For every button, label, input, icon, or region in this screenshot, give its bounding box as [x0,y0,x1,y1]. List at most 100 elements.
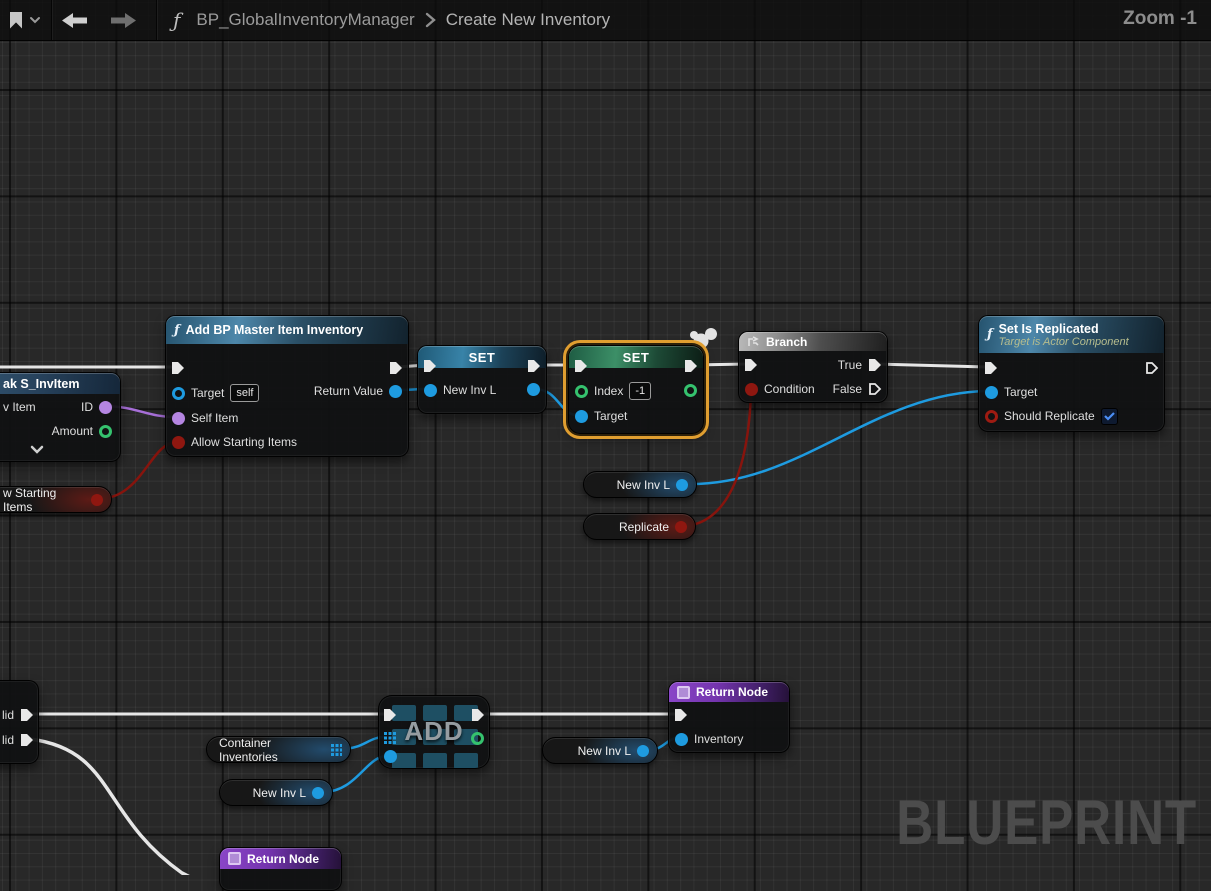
pin-row-index: Index -1 [575,382,652,400]
breadcrumb-root[interactable]: BP_GlobalInventoryManager [196,10,414,30]
target-pin[interactable] [172,386,185,400]
blueprint-editor-canvas[interactable]: { "toolbar": { "function_icon": "ƒ", "br… [0,0,1211,891]
node-is-valid[interactable]: lid lid [0,680,39,764]
amount-pin[interactable] [99,424,112,438]
pin-label: lid [1,733,14,747]
node-set-new-inv[interactable]: SET New Inv L [417,345,547,414]
function-graph-icon: ƒ [173,8,181,32]
pin-row-id: ID [81,399,112,415]
value-out-pin[interactable] [312,786,324,799]
allow-starting-items-pin[interactable] [172,435,185,449]
exec-in-pin[interactable] [423,359,437,373]
value-out-pin[interactable] [527,383,540,396]
value-out-pin[interactable] [91,493,103,506]
node-get-new-inv-bottom[interactable]: New Inv L [542,737,658,764]
node-get-allow-starting-items[interactable]: w Starting Items [0,485,112,514]
node-return[interactable]: Return Node Inventory [668,681,790,753]
pin-row-return-value: Return Value [314,383,402,399]
exec-out-pin[interactable] [527,359,541,373]
pin-row-target: Target [985,384,1037,400]
node-title: Return Node [696,685,768,699]
exec-in-pin[interactable] [383,708,397,722]
node-header: Return Node [220,848,341,869]
value-out-pin[interactable] [637,744,649,757]
pin-row-new-inv: New Inv L [424,382,496,398]
node-header: Branch [739,332,887,351]
forward-button[interactable] [110,12,138,29]
node-return-bottom[interactable]: Return Node [219,847,342,891]
pin-label: Target [1004,385,1038,399]
value-out-pin[interactable] [675,520,687,533]
true-exec-pin[interactable] [868,358,882,372]
array-in-pin[interactable] [384,732,396,744]
exec-wire[interactable] [28,737,196,875]
exec-in-pin[interactable] [984,361,998,375]
bookmark-icon[interactable] [10,11,22,29]
value-out-pin[interactable] [676,478,688,491]
should-replicate-checkbox[interactable] [1100,407,1118,425]
pin-label: Should Replicate [1004,409,1095,423]
self-item-pin[interactable] [172,411,185,425]
node-title: Set Is Replicated [998,321,1099,336]
array-pin[interactable] [330,743,342,756]
exec-out-pin[interactable] [1145,361,1159,375]
node-header: ƒ Set Is Replicated Target is Actor Comp… [979,316,1164,353]
data-wire-object[interactable] [685,389,989,486]
target-pin[interactable] [985,385,998,399]
chevron-down-icon[interactable] [29,16,41,24]
value-out-pin[interactable] [684,384,697,397]
node-header: Return Node [669,682,789,702]
exec-out-pin[interactable] [389,361,403,375]
chevron-down-icon[interactable] [30,445,44,454]
return-node-icon [228,852,241,865]
id-pin[interactable] [99,400,112,414]
zoom-level-label: Zoom -1 [1123,8,1197,29]
node-title: Return Node [247,851,319,866]
exec-in-pin[interactable] [744,358,758,372]
item-in-pin[interactable] [384,750,397,763]
check-icon [1103,411,1115,421]
node-set-array-index[interactable]: SET Index -1 Target [568,345,704,434]
node-get-new-inv-mid[interactable]: New Inv L [219,779,333,806]
target-pin[interactable] [575,409,588,423]
false-exec-pin[interactable] [868,382,882,396]
variable-label: New Inv L [577,743,631,758]
node-get-new-inv-top[interactable]: New Inv L [583,471,697,498]
inventory-pin[interactable] [675,732,688,746]
pin-label: v Item [3,400,36,414]
pin-row-valid: lid [2,707,34,723]
pin-label: Amount [51,424,93,438]
back-button[interactable] [60,12,88,29]
variable-label: w Starting Items [3,485,57,514]
exec-wire[interactable] [875,362,989,369]
node-add-bp-master-item-inventory[interactable]: ƒ Add BP Master Item Inventory Target se… [165,315,409,457]
should-replicate-pin[interactable] [985,409,998,423]
node-break-invitem[interactable]: ak S_InvItem v Item ID Amount [0,372,121,462]
exec-out-pin[interactable] [684,359,698,373]
target-default-value[interactable]: self [230,384,260,402]
node-array-add[interactable]: ADD [378,695,490,769]
node-get-container-inventories[interactable]: Container Inventories [206,736,351,764]
branch-icon [748,336,759,346]
pin-row-should-replicate: Should Replicate [985,407,1118,425]
exec-in-pin[interactable] [674,708,688,722]
condition-pin[interactable] [745,382,758,396]
node-branch[interactable]: Branch Condition True False [738,331,888,403]
index-pin[interactable] [575,384,588,398]
valid-exec-pin[interactable] [20,708,34,722]
node-get-replicate[interactable]: Replicate [583,513,696,540]
breadcrumb-current[interactable]: Create New Inventory [446,10,610,30]
value-in-pin[interactable] [424,383,437,397]
return-value-pin[interactable] [389,384,402,398]
index-out-pin[interactable] [471,732,484,745]
return-node-icon [677,685,690,699]
index-value-field[interactable]: -1 [629,382,652,400]
node-set-is-replicated[interactable]: ƒ Set Is Replicated Target is Actor Comp… [978,315,1165,432]
node-subtitle: Target is Actor Component [998,335,1129,348]
exec-in-pin[interactable] [171,361,185,375]
exec-in-pin[interactable] [574,359,588,373]
pin-label: lid [1,708,14,722]
exec-out-pin[interactable] [471,708,485,722]
invalid-exec-pin[interactable] [20,733,34,747]
pin-row-false: False [833,381,882,397]
